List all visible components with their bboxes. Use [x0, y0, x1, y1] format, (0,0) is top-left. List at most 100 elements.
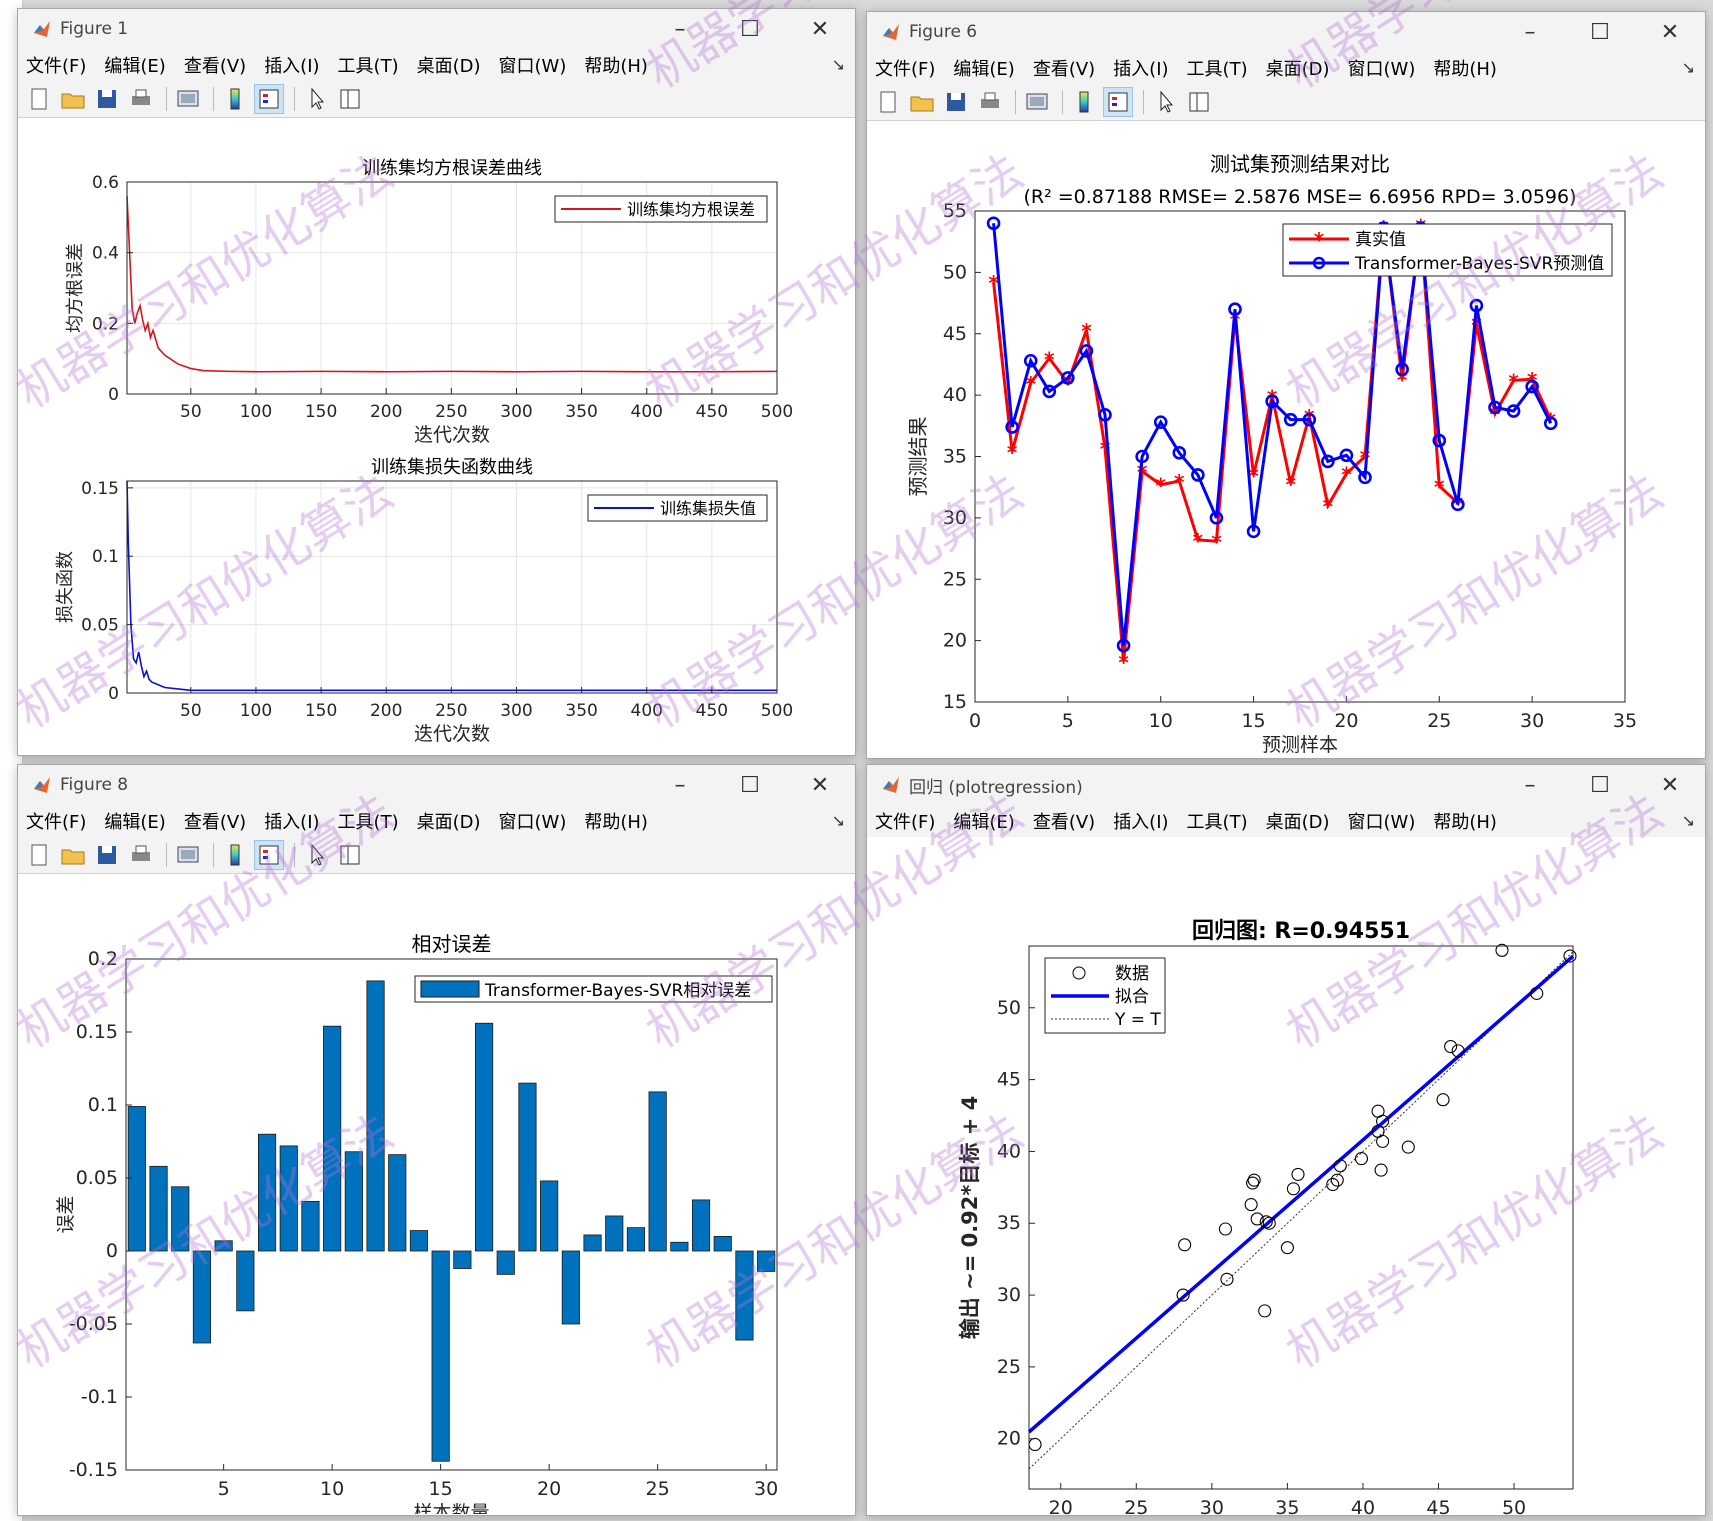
minimize-icon[interactable]: –: [645, 765, 715, 805]
menu-help[interactable]: 帮助(H): [584, 52, 648, 78]
menu-window[interactable]: 窗口(W): [1348, 55, 1416, 81]
menu-view[interactable]: 查看(V): [184, 52, 246, 78]
bar: [431, 1250, 450, 1462]
legend-icon[interactable]: [1103, 87, 1133, 117]
menu-view[interactable]: 查看(V): [184, 808, 246, 834]
dock-arrow-icon[interactable]: ↘: [832, 55, 845, 74]
close-icon[interactable]: ✕: [785, 765, 855, 805]
menu-edit[interactable]: 编辑(E): [953, 808, 1014, 834]
menu-desktop[interactable]: 桌面(D): [417, 808, 481, 834]
matlab-icon: [34, 777, 50, 793]
y-tick-label: 20: [997, 1428, 1021, 1450]
menu-tools[interactable]: 工具(T): [1187, 55, 1248, 81]
menu-insert[interactable]: 插入(I): [264, 808, 319, 834]
close-icon[interactable]: ✕: [785, 9, 855, 49]
dock-arrow-icon[interactable]: ↘: [1682, 811, 1695, 830]
property-editor-icon[interactable]: [335, 840, 365, 870]
menu-file[interactable]: 文件(F): [26, 808, 86, 834]
menu-edit[interactable]: 编辑(E): [953, 55, 1014, 81]
open-folder-icon[interactable]: [58, 84, 88, 114]
save-icon[interactable]: [92, 84, 122, 114]
new-file-icon[interactable]: [24, 840, 54, 870]
toolbar-separator: [1015, 90, 1016, 114]
property-editor-icon[interactable]: [335, 84, 365, 114]
series-point: *: [1285, 473, 1296, 497]
toolbar-separator: [166, 843, 167, 867]
menu-window[interactable]: 窗口(W): [1348, 808, 1416, 834]
bar: [474, 1022, 494, 1252]
print-icon[interactable]: [975, 87, 1005, 117]
open-folder-icon[interactable]: [907, 87, 937, 117]
maximize-icon[interactable]: ☐: [715, 9, 785, 49]
menu-desktop[interactable]: 桌面(D): [417, 52, 481, 78]
x-tick-label: 50: [180, 701, 202, 721]
property-editor-icon[interactable]: [1184, 87, 1214, 117]
pointer-icon[interactable]: [1150, 87, 1180, 117]
window-title: Figure 6: [909, 22, 978, 42]
pointer-icon[interactable]: [301, 84, 331, 114]
y-tick-label: 15: [943, 691, 967, 713]
regression-axes: 20 25 30 35 40 45 50 20 25 30 35 40 45 50 回归图: R=0.945…: [958, 919, 1577, 1515]
dock-arrow-icon[interactable]: ↘: [832, 811, 845, 830]
legend-icon[interactable]: [254, 84, 284, 114]
menu-edit[interactable]: 编辑(E): [104, 808, 165, 834]
menu-edit[interactable]: 编辑(E): [104, 52, 165, 78]
figure-toolbar: [18, 837, 855, 874]
menu-desktop[interactable]: 桌面(D): [1266, 55, 1330, 81]
x-tick-label: 10: [320, 1478, 344, 1500]
x-axis-label: 样本数量: [413, 1502, 489, 1514]
bar: [171, 1186, 190, 1252]
chart-title: 相对误差: [412, 932, 492, 956]
maximize-icon[interactable]: ☐: [1565, 12, 1635, 52]
menu-window[interactable]: 窗口(W): [499, 808, 567, 834]
close-icon[interactable]: ✕: [1635, 765, 1705, 805]
bar: [583, 1234, 602, 1252]
minimize-icon[interactable]: –: [1495, 765, 1565, 805]
close-icon[interactable]: ✕: [1635, 12, 1705, 52]
link-plot-icon[interactable]: [173, 840, 203, 870]
pointer-icon[interactable]: [301, 840, 331, 870]
link-plot-icon[interactable]: [173, 84, 203, 114]
menu-help[interactable]: 帮助(H): [1433, 808, 1497, 834]
new-file-icon[interactable]: [873, 87, 903, 117]
y-tick-label: 0.1: [92, 547, 119, 567]
colorbar-icon[interactable]: [220, 84, 250, 114]
legend-label: 数据: [1115, 964, 1149, 984]
menu-file[interactable]: 文件(F): [875, 808, 935, 834]
print-icon[interactable]: [126, 840, 156, 870]
y-tick-label: 25: [997, 1356, 1021, 1378]
colorbar-icon[interactable]: [220, 840, 250, 870]
matlab-icon: [883, 24, 899, 40]
dock-arrow-icon[interactable]: ↘: [1682, 58, 1695, 77]
open-folder-icon[interactable]: [58, 840, 88, 870]
menu-desktop[interactable]: 桌面(D): [1266, 808, 1330, 834]
menu-help[interactable]: 帮助(H): [1433, 55, 1497, 81]
menu-insert[interactable]: 插入(I): [264, 52, 319, 78]
save-icon[interactable]: [92, 840, 122, 870]
menu-insert[interactable]: 插入(I): [1113, 55, 1168, 81]
colorbar-icon[interactable]: [1069, 87, 1099, 117]
menu-view[interactable]: 查看(V): [1033, 55, 1095, 81]
link-plot-icon[interactable]: [1022, 87, 1052, 117]
x-tick-label: 30: [754, 1478, 778, 1500]
menu-tools[interactable]: 工具(T): [338, 52, 399, 78]
menu-tools[interactable]: 工具(T): [1187, 808, 1248, 834]
maximize-icon[interactable]: ☐: [715, 765, 785, 805]
print-icon[interactable]: [126, 84, 156, 114]
new-file-icon[interactable]: [24, 84, 54, 114]
menu-view[interactable]: 查看(V): [1033, 808, 1095, 834]
minimize-icon[interactable]: –: [1495, 12, 1565, 52]
menu-help[interactable]: 帮助(H): [584, 808, 648, 834]
y-tick-label: 45: [997, 1069, 1021, 1091]
maximize-icon[interactable]: ☐: [1565, 765, 1635, 805]
legend-icon[interactable]: [254, 840, 284, 870]
menu-file[interactable]: 文件(F): [875, 55, 935, 81]
save-icon[interactable]: [941, 87, 971, 117]
menu-insert[interactable]: 插入(I): [1113, 808, 1168, 834]
minimize-icon[interactable]: –: [645, 9, 715, 49]
figure-6-window: Figure 6 – ☐ ✕ 文件(F) 编辑(E) 查看(V) 插入(I) 工…: [866, 11, 1706, 759]
menu-file[interactable]: 文件(F): [26, 52, 86, 78]
menu-tools[interactable]: 工具(T): [338, 808, 399, 834]
series-point: *: [1341, 463, 1352, 487]
menu-window[interactable]: 窗口(W): [499, 52, 567, 78]
